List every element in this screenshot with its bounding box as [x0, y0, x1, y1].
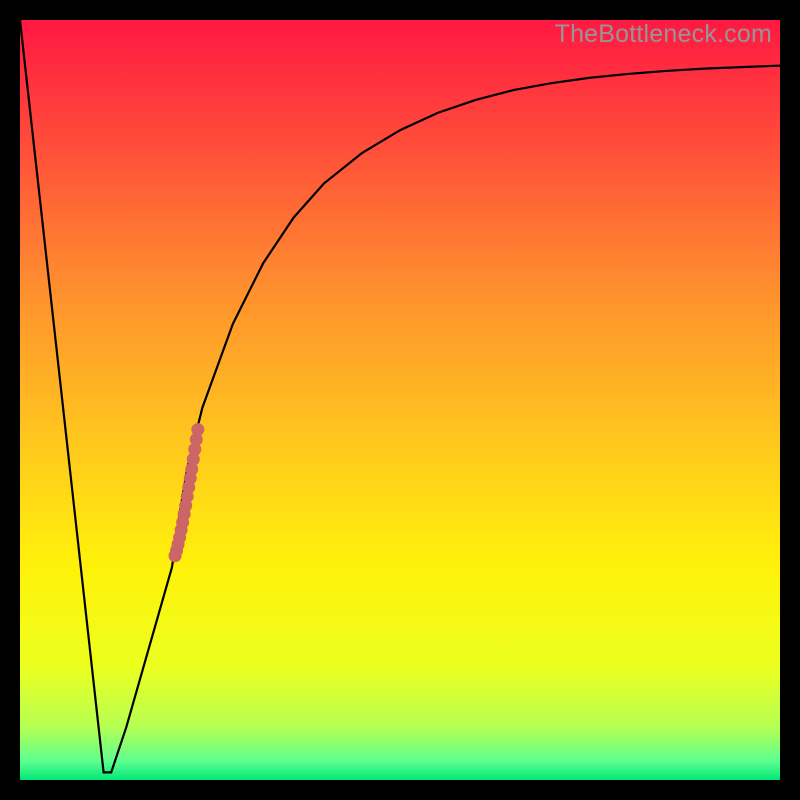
watermark-text: TheBottleneck.com — [555, 20, 772, 49]
plot-frame: TheBottleneck.com — [20, 20, 780, 780]
plot-background — [20, 20, 780, 780]
bottleneck-plot — [20, 20, 780, 780]
